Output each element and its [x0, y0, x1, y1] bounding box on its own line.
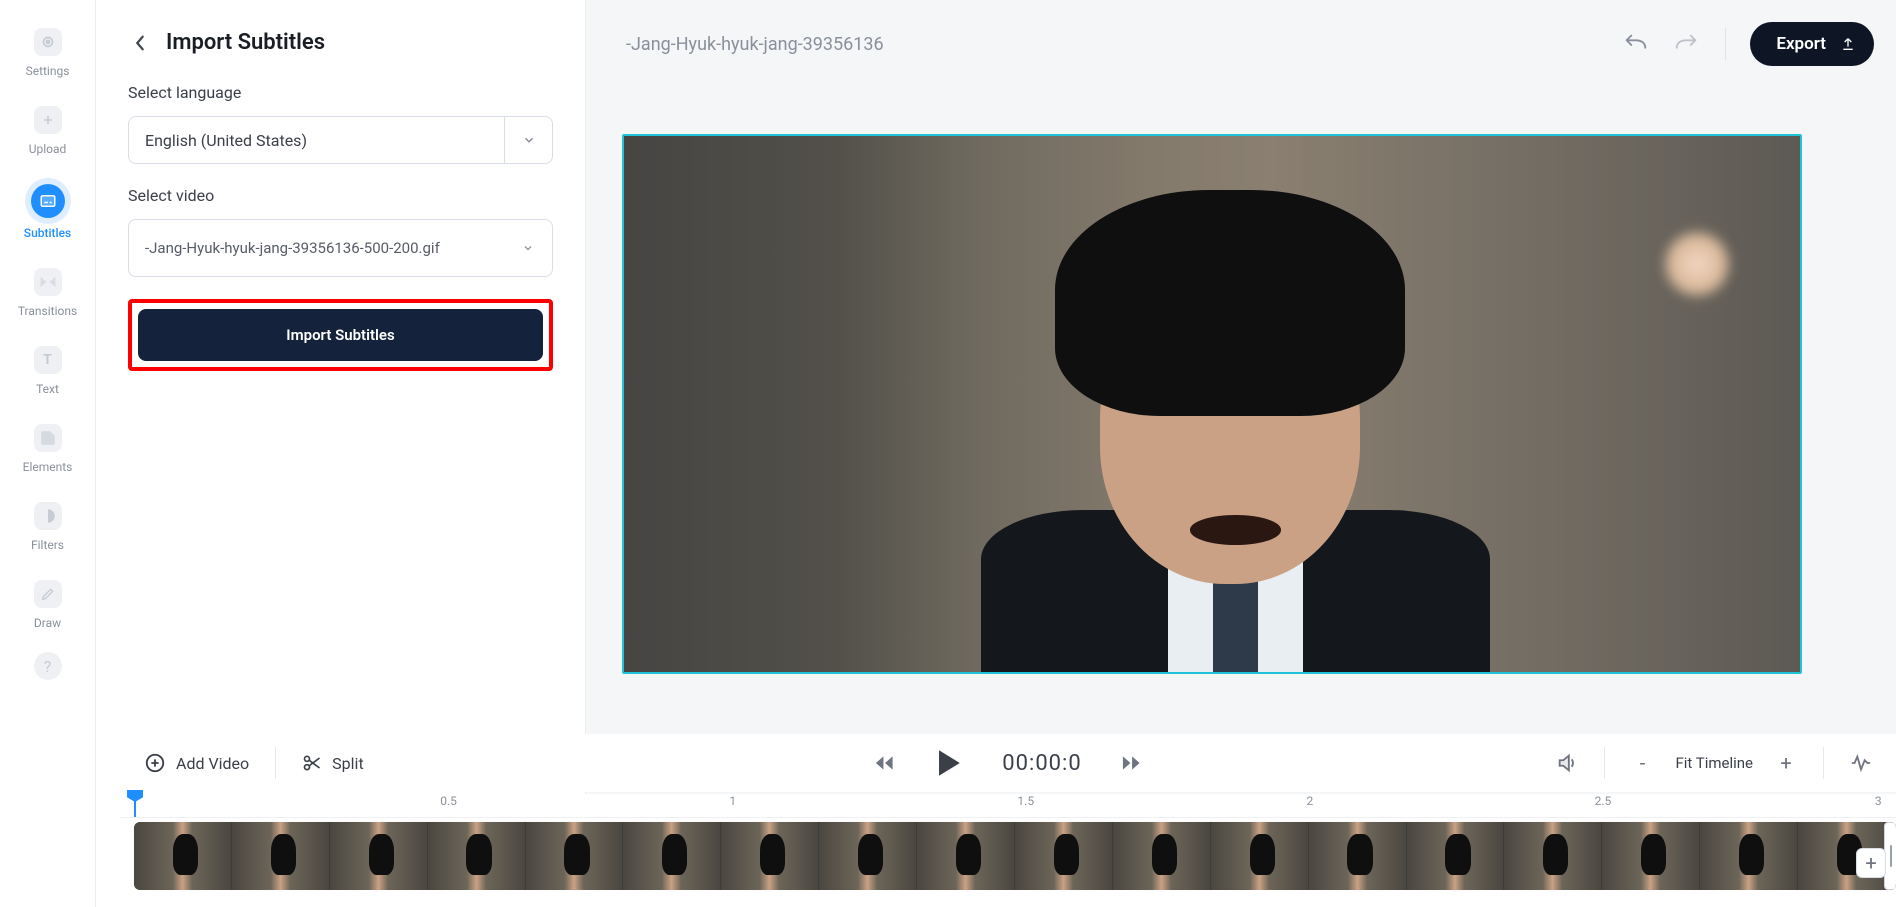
preview-frame — [624, 136, 1800, 672]
rail-label: Transitions — [18, 304, 77, 318]
timeline: 0.5 1 1.5 2 2.5 3 + — [120, 794, 1896, 907]
video-value: -Jang-Hyuk-hyuk-jang-39356136-500-200.gi… — [145, 239, 440, 257]
rail-item-transitions[interactable]: Transitions — [0, 268, 95, 318]
fit-timeline-button[interactable]: Fit Timeline — [1675, 754, 1753, 772]
rail-item-upload[interactable]: Upload — [0, 106, 95, 156]
import-subtitles-button[interactable]: Import Subtitles — [138, 309, 543, 361]
sticker-icon — [34, 424, 62, 452]
rail-item-text[interactable]: T Text — [0, 346, 95, 396]
rail-item-settings[interactable]: Settings — [0, 28, 95, 78]
contrast-icon — [34, 502, 62, 530]
ruler-tick: 3 — [1875, 794, 1882, 808]
export-button[interactable]: Export — [1750, 22, 1874, 66]
rail-item-elements[interactable]: Elements — [0, 424, 95, 474]
timeline-toolbar: Add Video Split 00:00:0 - Fit Timeline + — [120, 734, 1896, 792]
rail-label: Filters — [31, 538, 64, 552]
transitions-icon — [34, 268, 62, 296]
video-select[interactable]: -Jang-Hyuk-hyuk-jang-39356136-500-200.gi… — [128, 219, 553, 277]
ruler-tick: 0.5 — [440, 794, 457, 808]
fast-forward-button[interactable] — [1122, 754, 1142, 772]
plus-circle-icon — [144, 752, 166, 774]
plus-icon — [34, 106, 62, 134]
chevron-down-icon — [504, 117, 552, 163]
rail-item-help[interactable]: ? — [0, 652, 95, 680]
separator — [275, 747, 276, 779]
top-bar: Export — [586, 0, 1896, 88]
pencil-icon — [34, 580, 62, 608]
separator — [1725, 28, 1726, 60]
rail-label: Upload — [29, 142, 67, 156]
help-icon: ? — [34, 652, 62, 680]
rail-label: Draw — [34, 616, 61, 630]
ruler-tick: 2 — [1307, 794, 1314, 808]
redo-button[interactable] — [1673, 30, 1701, 58]
zoom-in-button[interactable]: + — [1775, 751, 1797, 775]
rewind-button[interactable] — [874, 754, 894, 772]
ruler-tick: 2.5 — [1595, 794, 1612, 808]
separator — [1604, 747, 1605, 779]
ruler-tick: 1.5 — [1017, 794, 1034, 808]
video-track: + — [120, 818, 1896, 894]
volume-button[interactable] — [1556, 752, 1578, 774]
export-label: Export — [1776, 34, 1826, 54]
split-label: Split — [332, 754, 364, 773]
project-title-input[interactable] — [626, 34, 946, 55]
video-preview[interactable] — [622, 134, 1802, 674]
separator — [1823, 747, 1824, 779]
undo-button[interactable] — [1621, 30, 1649, 58]
rail-label: Elements — [23, 460, 73, 474]
add-track-button[interactable]: + — [1856, 848, 1886, 878]
panel-title: Import Subtitles — [166, 30, 325, 55]
rail-item-draw[interactable]: Draw — [0, 580, 95, 630]
play-button[interactable] — [934, 748, 962, 778]
text-icon: T — [34, 346, 62, 374]
highlight-annotation: Import Subtitles — [128, 299, 553, 371]
zoom-out-button[interactable]: - — [1631, 751, 1653, 775]
add-video-button[interactable]: Add Video — [144, 752, 249, 774]
video-label: Select video — [128, 186, 553, 205]
waveform-button[interactable] — [1850, 753, 1872, 773]
back-button[interactable] — [128, 31, 152, 55]
video-clip[interactable] — [134, 822, 1896, 890]
playback-controls: 00:00:0 — [874, 748, 1141, 778]
subtitles-icon — [31, 184, 65, 218]
timeline-ruler[interactable]: 0.5 1 1.5 2 2.5 3 — [120, 794, 1896, 818]
playhead[interactable] — [134, 794, 136, 817]
language-label: Select language — [128, 83, 553, 102]
language-value: English (United States) — [145, 131, 307, 150]
rail-label: Subtitles — [24, 226, 71, 240]
upload-icon — [1840, 36, 1856, 52]
rail-label: Settings — [26, 64, 70, 78]
ruler-tick: 1 — [729, 794, 736, 808]
split-button[interactable]: Split — [302, 753, 364, 773]
rail-item-filters[interactable]: Filters — [0, 502, 95, 552]
timecode: 00:00:0 — [1002, 751, 1081, 776]
rail-item-subtitles[interactable]: Subtitles — [0, 184, 95, 240]
left-rail: Settings Upload Subtitles Transitions T … — [0, 0, 96, 907]
rail-label: Text — [36, 382, 59, 396]
gear-icon — [34, 28, 62, 56]
scissors-icon — [302, 753, 322, 773]
chevron-down-icon — [504, 220, 552, 276]
language-select[interactable]: English (United States) — [128, 116, 553, 164]
add-video-label: Add Video — [176, 754, 249, 773]
